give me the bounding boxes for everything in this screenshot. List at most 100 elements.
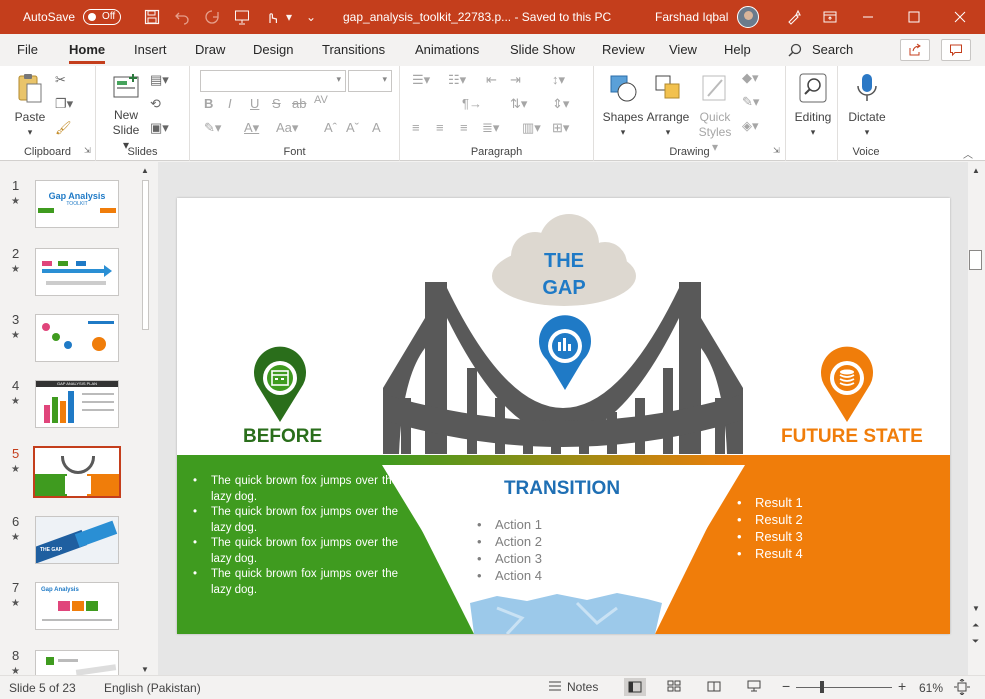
slide-canvas[interactable]: THE GAP BEFORE FUTURE STATE TRANSITION T…	[177, 198, 950, 634]
align-left-icon[interactable]: ≡	[412, 120, 420, 135]
shape-effects-icon[interactable]: ◈▾	[742, 118, 759, 134]
arrange-button[interactable]: Arrange ▾	[646, 72, 690, 140]
paste-button[interactable]: Paste ▾	[12, 72, 48, 140]
underline-button[interactable]: U	[250, 96, 259, 111]
layout-icon[interactable]: ▤▾	[150, 72, 169, 88]
slide-thumbnail-3[interactable]	[35, 314, 119, 362]
highlight-icon[interactable]: ✎▾	[204, 120, 221, 136]
change-case-button[interactable]: Aa▾	[276, 120, 298, 136]
numbering-icon[interactable]: ☷▾	[448, 72, 466, 88]
font-color-icon[interactable]: A▾	[244, 120, 259, 136]
share-button[interactable]	[900, 39, 930, 61]
user-name[interactable]: Farshad Iqbal	[655, 10, 728, 24]
notes-button[interactable]: Notes	[548, 680, 598, 694]
copy-icon[interactable]: ❐▾	[55, 96, 73, 112]
tab-review[interactable]: Review	[602, 42, 645, 57]
designer-pen-icon[interactable]	[783, 6, 805, 28]
ribbon-display-icon[interactable]	[819, 6, 841, 28]
transition-title[interactable]: TRANSITION	[477, 478, 647, 500]
future-state-title[interactable]: FUTURE STATE	[781, 426, 923, 448]
minimize-icon[interactable]	[845, 0, 891, 34]
bullets-icon[interactable]: ☰▾	[412, 72, 430, 88]
reset-icon[interactable]: ⟲	[150, 96, 161, 112]
increase-indent-icon[interactable]: ⇥	[510, 72, 521, 88]
chevron-down-icon[interactable]: ▾	[283, 6, 295, 28]
editor-scrollbar[interactable]: ▲ ▼ ⏶ ⏷	[968, 162, 985, 675]
clear-format-button[interactable]: A	[372, 120, 381, 135]
zoom-out-button[interactable]: −	[782, 678, 790, 694]
customize-toolbar-icon[interactable]: ⌄	[305, 6, 317, 28]
slide-thumbnail-1[interactable]: Gap Analysis TOOLKIT	[35, 180, 119, 228]
tab-home[interactable]: Home	[69, 42, 106, 64]
scroll-thumb[interactable]	[142, 180, 149, 330]
clipboard-launcher-icon[interactable]: ⇲	[84, 146, 91, 155]
font-size-dropdown[interactable]: ▾	[348, 70, 392, 92]
result-list[interactable]: Result 1 Result 2 Result 3 Result 4	[737, 494, 803, 562]
bold-button[interactable]: B	[204, 96, 213, 111]
line-spacing-icon[interactable]: ↕▾	[552, 72, 565, 88]
avatar[interactable]	[737, 6, 759, 28]
next-slide-icon[interactable]: ⏷	[972, 636, 979, 647]
language-indicator[interactable]: English (Pakistan)	[104, 681, 201, 695]
reading-view-button[interactable]	[707, 680, 721, 695]
slide-thumbnail-8[interactable]	[35, 650, 119, 676]
quick-styles-button[interactable]: Quick Styles ▾	[694, 72, 736, 155]
zoom-in-button[interactable]: +	[898, 678, 906, 694]
slide-sorter-button[interactable]	[667, 680, 681, 695]
save-icon[interactable]	[141, 6, 163, 28]
zoom-level[interactable]: 61%	[919, 681, 943, 695]
gap-title[interactable]: THE GAP	[529, 248, 599, 302]
tab-help[interactable]: Help	[724, 42, 751, 57]
scroll-down-icon[interactable]: ▼	[972, 604, 980, 613]
maximize-icon[interactable]	[891, 0, 937, 34]
font-family-dropdown[interactable]: ▾	[200, 70, 346, 92]
columns-icon[interactable]: ▥▾	[522, 120, 541, 136]
before-title[interactable]: BEFORE	[243, 426, 322, 448]
slide-thumbnail-2[interactable]	[35, 248, 119, 296]
before-list[interactable]: The quick brown fox jumps over the lazy …	[193, 474, 398, 598]
strikethrough-button[interactable]: S	[272, 96, 281, 111]
comments-button[interactable]	[941, 39, 971, 61]
drawing-launcher-icon[interactable]: ⇲	[773, 146, 780, 155]
tab-transitions[interactable]: Transitions	[322, 42, 385, 57]
undo-icon[interactable]	[171, 6, 193, 28]
editing-button[interactable]: Editing ▾	[790, 72, 836, 140]
slide-thumbnail-5[interactable]	[33, 446, 121, 498]
tab-animations[interactable]: Animations	[415, 42, 479, 57]
thumbnail-scrollbar[interactable]: ▲ ▼	[139, 166, 152, 674]
new-slide-button[interactable]: New Slide ▾	[108, 72, 144, 153]
justify-icon[interactable]: ≣▾	[482, 120, 499, 136]
align-center-icon[interactable]: ≡	[436, 120, 444, 135]
shadow-button[interactable]: ab	[292, 96, 306, 111]
scroll-up-icon[interactable]: ▲	[141, 166, 149, 175]
text-direction-ltr-icon[interactable]: ¶→	[462, 96, 482, 111]
search-box[interactable]: Search	[788, 42, 853, 57]
zoom-slider[interactable]	[796, 687, 892, 688]
decrease-indent-icon[interactable]: ⇤	[486, 72, 497, 88]
format-painter-icon[interactable]: 🖌	[55, 120, 72, 136]
tab-file[interactable]: File	[17, 42, 38, 57]
scroll-thumb[interactable]	[969, 250, 982, 270]
tab-design[interactable]: Design	[253, 42, 293, 57]
align-right-icon[interactable]: ≡	[460, 120, 468, 135]
action-list[interactable]: Action 1 Action 2 Action 3 Action 4	[477, 516, 542, 584]
shape-outline-icon[interactable]: ✎▾	[742, 94, 759, 110]
collapse-ribbon-icon[interactable]: ︿	[963, 146, 973, 161]
scroll-down-icon[interactable]: ▼	[141, 665, 149, 674]
dictate-button[interactable]: Dictate ▾	[844, 72, 890, 140]
touch-mode-icon[interactable]	[261, 6, 283, 28]
previous-slide-icon[interactable]: ⏶	[972, 620, 979, 631]
cut-icon[interactable]: ✂	[55, 72, 66, 88]
tab-slide-show[interactable]: Slide Show	[510, 42, 575, 57]
italic-button[interactable]: I	[228, 96, 232, 111]
fit-slide-button[interactable]	[954, 678, 970, 698]
redo-icon[interactable]	[201, 6, 223, 28]
slide-thumbnail-7[interactable]: Gap Analysis	[35, 582, 119, 630]
shape-fill-icon[interactable]: ◆▾	[742, 70, 759, 86]
grow-font-button[interactable]: Aˆ	[324, 120, 337, 135]
slideshow-view-button[interactable]	[747, 680, 761, 695]
scroll-up-icon[interactable]: ▲	[972, 166, 980, 175]
text-direction-icon[interactable]: ⇅▾	[510, 96, 527, 112]
zoom-slider-handle[interactable]	[820, 681, 824, 693]
shapes-button[interactable]: Shapes ▾	[602, 72, 644, 140]
